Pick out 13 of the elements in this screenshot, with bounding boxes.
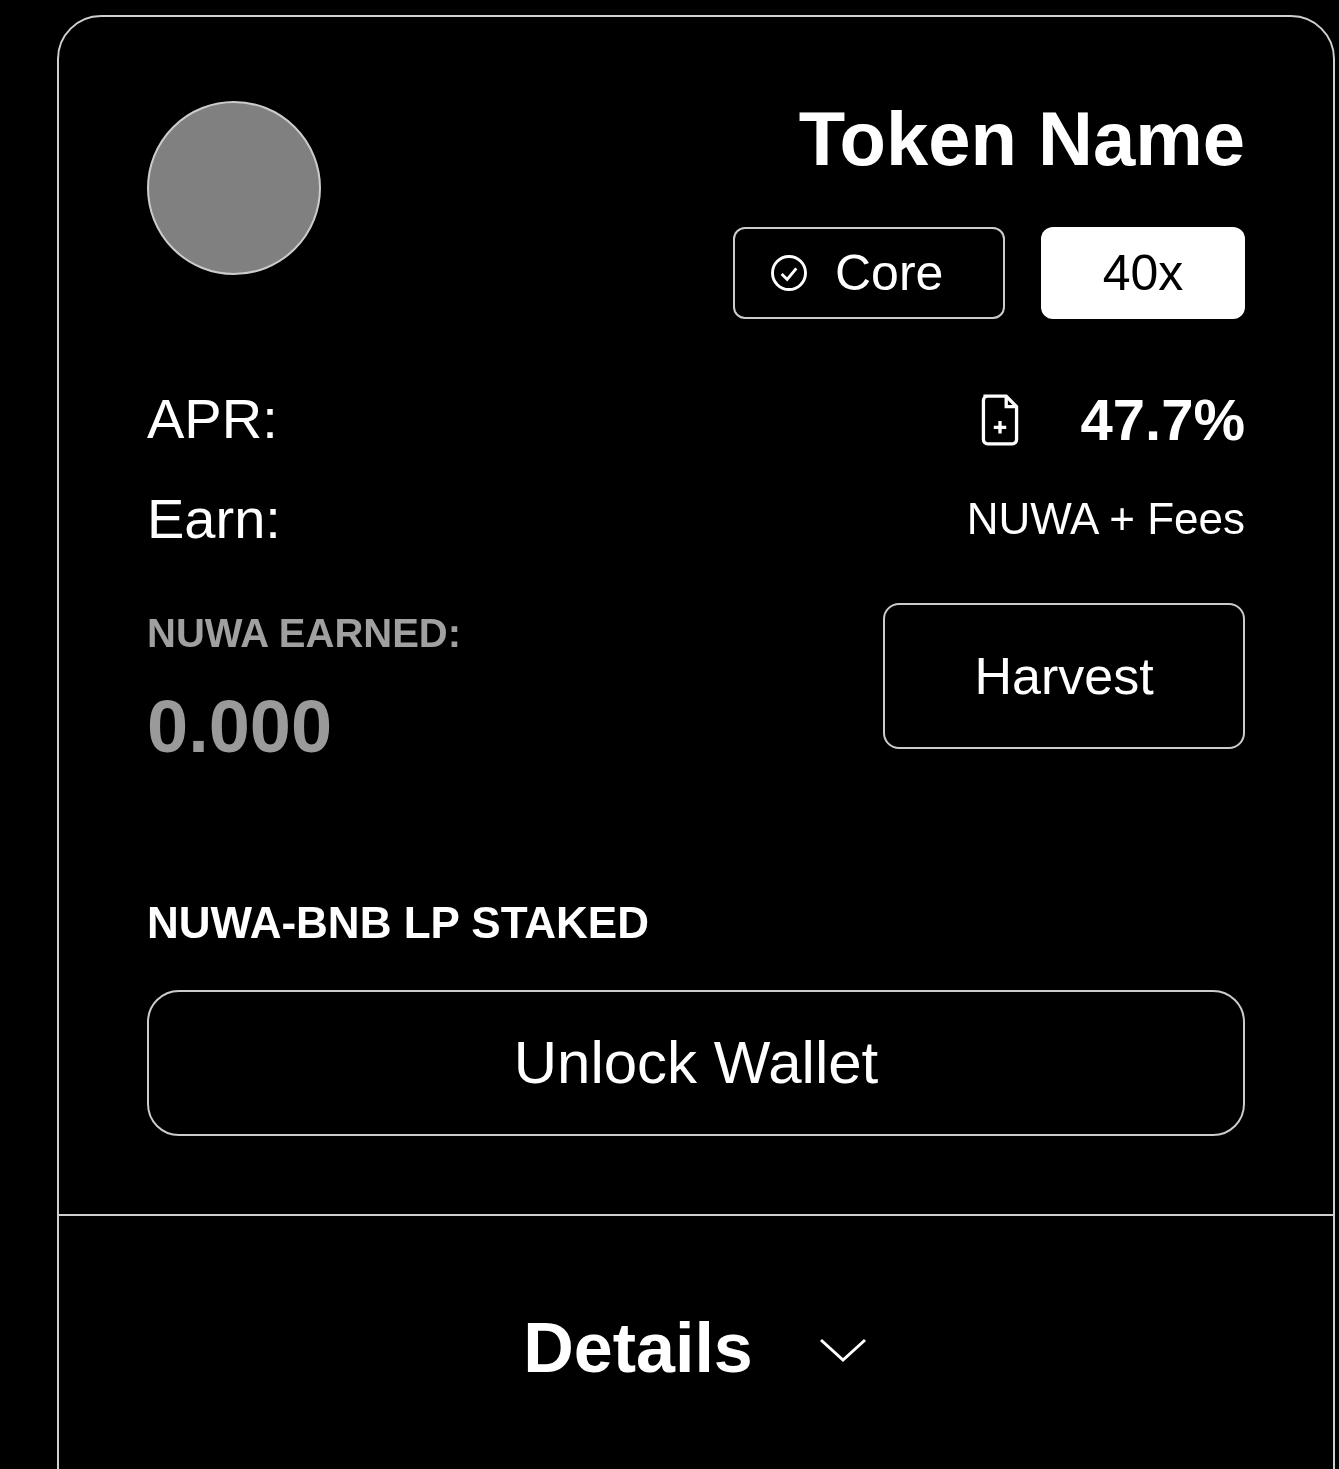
- earned-value: 0.000: [147, 684, 334, 770]
- multiplier-tag: 40x: [1041, 227, 1245, 319]
- earned-label: NUWA EARNED:: [147, 610, 462, 657]
- row-label: APR:: [147, 386, 278, 452]
- token-title: Token Name: [798, 101, 1245, 177]
- core-tag: Core: [733, 227, 1005, 319]
- details-toggle[interactable]: Details: [523, 1296, 869, 1401]
- harvest-button[interactable]: Harvest: [883, 603, 1245, 749]
- apr-value: 47.7%: [1080, 385, 1245, 454]
- staked-label: NUWA-BNB LP STAKED: [147, 897, 650, 949]
- row-label: Earn:: [147, 486, 281, 552]
- unlock-wallet-button[interactable]: Unlock Wallet: [147, 990, 1245, 1136]
- earn-value: NUWA + Fees: [966, 493, 1245, 545]
